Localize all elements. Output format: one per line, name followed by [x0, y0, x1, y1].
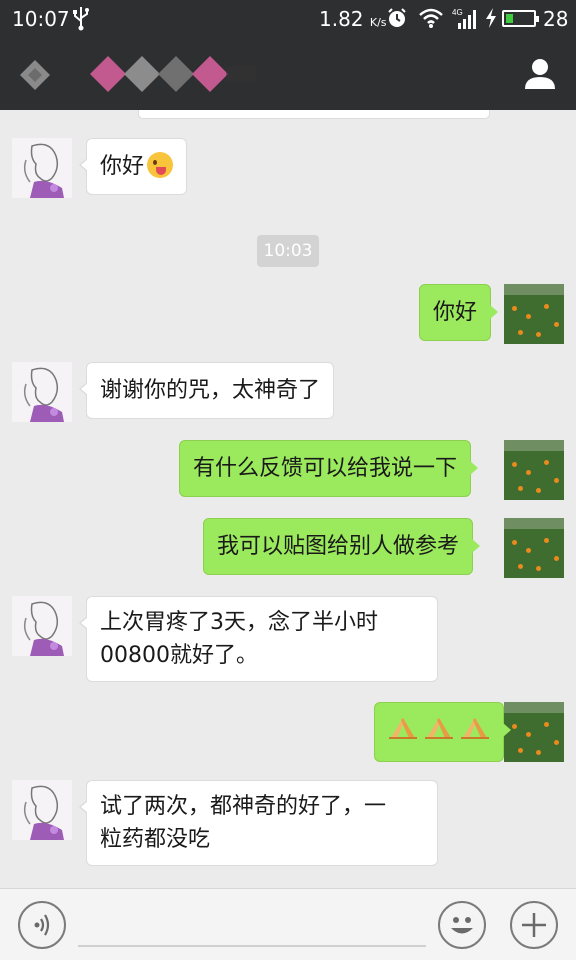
contact-avatar[interactable] — [12, 596, 72, 656]
battery-fill — [506, 14, 513, 23]
message-text: 你好 — [100, 154, 145, 179]
pray-emoji-icon — [389, 714, 417, 750]
back-icon[interactable] — [18, 58, 52, 92]
status-bar: 10:07 1.82 K/s 4G 28 — [0, 0, 576, 38]
plus-icon — [522, 913, 546, 937]
my-avatar[interactable] — [504, 440, 564, 500]
my-avatar[interactable] — [504, 702, 564, 762]
message-text: 我可以贴图给别人做参考 — [217, 534, 460, 559]
input-bar — [0, 888, 576, 960]
message-bubble-outgoing[interactable] — [374, 702, 511, 762]
message-bubble-incoming[interactable]: 你好 — [78, 138, 188, 195]
signal-icon: 4G — [452, 7, 480, 36]
profile-icon[interactable] — [522, 56, 558, 92]
my-avatar[interactable] — [504, 284, 564, 344]
contact-name-redacted — [90, 54, 260, 94]
message-input[interactable] — [78, 903, 426, 947]
message-bubble-incoming[interactable]: 谢谢你的咒，太神奇了 — [78, 362, 335, 419]
pray-emoji-icon — [461, 714, 489, 750]
status-time: 10:07 — [12, 7, 70, 31]
message-text-line: 上次胃疼了3天，念了半小时 — [100, 610, 378, 635]
timestamp: 10:03 — [257, 235, 319, 267]
message-text-line: 粒药都没吃 — [100, 827, 211, 852]
message-text-line: 试了两次，都神奇的好了，一 — [100, 794, 387, 819]
net-speed: 1.82 K/s — [319, 7, 387, 31]
message-text-line: 00800就好了。 — [100, 643, 258, 668]
chat-area[interactable]: 你好 10:03 你好 谢谢你的咒，太神奇了 有什么反馈可以给我说一下 我可以贴… — [0, 110, 576, 888]
message-bubble-outgoing[interactable]: 你好 — [419, 284, 499, 341]
usb-icon — [72, 5, 90, 36]
message-bubble-incoming[interactable]: 上次胃疼了3天，念了半小时 00800就好了。 — [79, 596, 438, 682]
charging-icon — [484, 7, 498, 34]
net-speed-unit: K/s — [369, 16, 387, 29]
message-text: 你好 — [433, 300, 478, 325]
contact-avatar[interactable] — [12, 138, 72, 198]
message-bubble-outgoing[interactable]: 有什么反馈可以给我说一下 — [179, 440, 479, 497]
network-type: 4G — [452, 8, 463, 17]
wifi-icon — [418, 7, 444, 34]
pray-emoji-icon — [425, 714, 453, 750]
alarm-icon — [386, 7, 408, 34]
message-bubble-incoming[interactable]: 试了两次，都神奇的好了，一 粒药都没吃 — [79, 780, 438, 866]
more-button[interactable] — [510, 901, 558, 949]
battery-level: 28 — [543, 7, 569, 31]
title-bar — [0, 38, 576, 110]
previous-message-bubble — [138, 110, 490, 119]
battery-icon — [502, 10, 539, 27]
emoji-button[interactable] — [438, 901, 486, 949]
message-text: 谢谢你的咒，太神奇了 — [100, 378, 321, 403]
contact-avatar[interactable] — [12, 362, 72, 422]
voice-button[interactable] — [18, 901, 66, 949]
message-text: 有什么反馈可以给我说一下 — [193, 456, 458, 481]
wink-tongue-emoji-icon — [147, 152, 174, 178]
emoji-icon — [451, 917, 473, 934]
contact-avatar[interactable] — [12, 780, 72, 840]
voice-icon — [34, 914, 50, 936]
my-avatar[interactable] — [504, 518, 564, 578]
message-bubble-outgoing[interactable]: 我可以贴图给别人做参考 — [203, 518, 481, 575]
